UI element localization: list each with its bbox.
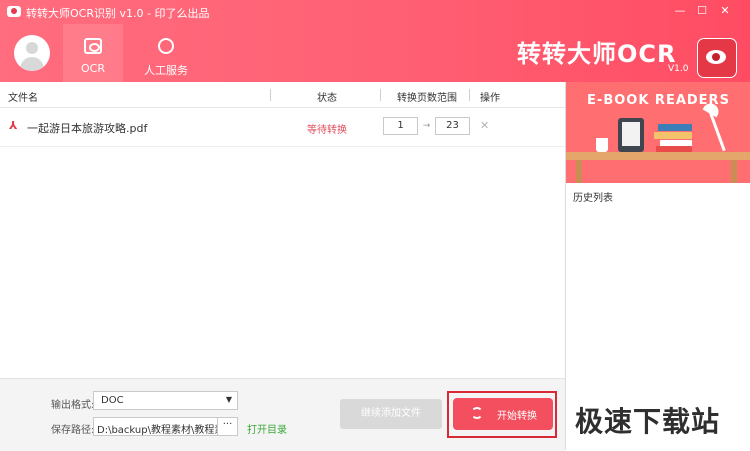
- column-divider: [270, 89, 271, 101]
- site-watermark: 极速下载站: [575, 405, 721, 438]
- app-header: 转转大师OCR识别 v1.0 - 印了么出品 — ☐ ✕ OCR 人工服务 转转…: [0, 0, 750, 82]
- refresh-icon: [471, 407, 483, 419]
- user-avatar[interactable]: [14, 35, 50, 71]
- column-header-status: 状态: [317, 93, 337, 104]
- book-illustration: [658, 124, 692, 131]
- maximize-button[interactable]: ☐: [693, 3, 711, 19]
- customer-service-icon: [158, 38, 174, 54]
- file-table-header: 文件名 状态 转换页数范围 操作: [0, 83, 565, 108]
- column-divider: [469, 89, 470, 101]
- column-divider: [380, 89, 381, 101]
- save-path-label: 保存路径:: [51, 425, 95, 436]
- nav-tab-label: OCR: [81, 62, 105, 75]
- chevron-down-icon: ▼: [225, 395, 232, 404]
- open-directory-link[interactable]: 打开目录: [247, 421, 287, 436]
- add-more-files-button[interactable]: 继续添加文件: [340, 399, 442, 429]
- browse-path-button[interactable]: ···: [217, 418, 237, 435]
- banner-title: E-BOOK READERS: [587, 93, 730, 108]
- save-path-value: D:\backup\教程素材\教程素材: [97, 425, 217, 436]
- column-header-action: 操作: [480, 93, 500, 104]
- start-conversion-label: 开始转换: [497, 411, 537, 422]
- brand-version: V1.0: [668, 64, 689, 74]
- app-logo-icon: [7, 6, 21, 17]
- table-row[interactable]: ⅄ 一起游日本旅游攻略.pdf 等待转换 1 → 23 ✕: [0, 108, 565, 147]
- book-illustration: [654, 132, 692, 139]
- start-conversion-button[interactable]: 开始转换: [453, 398, 553, 430]
- ebook-readers-banner[interactable]: E-BOOK READERS: [566, 82, 750, 183]
- conversion-settings-panel: 输出格式: DOC ▼ 保存路径: D:\backup\教程素材\教程素材 ··…: [0, 378, 565, 451]
- delete-icon[interactable]: ✕: [480, 119, 489, 132]
- format-select[interactable]: DOC ▼: [93, 391, 238, 410]
- save-path-field[interactable]: D:\backup\教程素材\教程素材 ···: [93, 417, 238, 436]
- brand-eye-logo-icon: [697, 38, 737, 78]
- avatar-head: [26, 42, 38, 54]
- side-panel: E-BOOK READERS 历史列表: [565, 82, 750, 450]
- pdf-file-icon: ⅄: [9, 119, 18, 132]
- history-list-title: 历史列表: [573, 193, 613, 204]
- window-title: 转转大师OCR识别 v1.0 - 印了么出品: [26, 7, 210, 20]
- page-from-input[interactable]: 1: [383, 117, 418, 135]
- format-value: DOC: [101, 395, 124, 406]
- avatar-body: [20, 57, 44, 71]
- minimize-button[interactable]: —: [671, 3, 689, 19]
- ebook-reader-illustration: [618, 118, 644, 152]
- nav-tab-customer-service[interactable]: 人工服务: [136, 24, 196, 82]
- shelf-leg: [731, 160, 737, 183]
- shelf-illustration: [566, 152, 750, 160]
- format-label: 输出格式:: [51, 400, 95, 411]
- ocr-icon: [84, 38, 102, 54]
- column-header-file-name: 文件名: [8, 93, 38, 104]
- file-name: 一起游日本旅游攻略.pdf: [27, 122, 148, 135]
- column-header-page-range: 转换页数范围: [397, 93, 457, 104]
- lamp-illustration: [709, 112, 726, 152]
- nav-tab-ocr[interactable]: OCR: [63, 24, 123, 82]
- brand-name: 转转大师OCR: [517, 40, 677, 68]
- close-button[interactable]: ✕: [716, 3, 734, 19]
- nav-tab-label: 人工服务: [144, 64, 188, 77]
- title-bar: 转转大师OCR识别 v1.0 - 印了么出品 — ☐ ✕: [0, 0, 750, 24]
- arrow-right-icon: →: [422, 121, 431, 131]
- shelf-leg: [576, 160, 582, 183]
- cup-illustration: [596, 138, 608, 152]
- page-to-input[interactable]: 23: [435, 117, 470, 135]
- file-status: 等待转换: [307, 125, 347, 136]
